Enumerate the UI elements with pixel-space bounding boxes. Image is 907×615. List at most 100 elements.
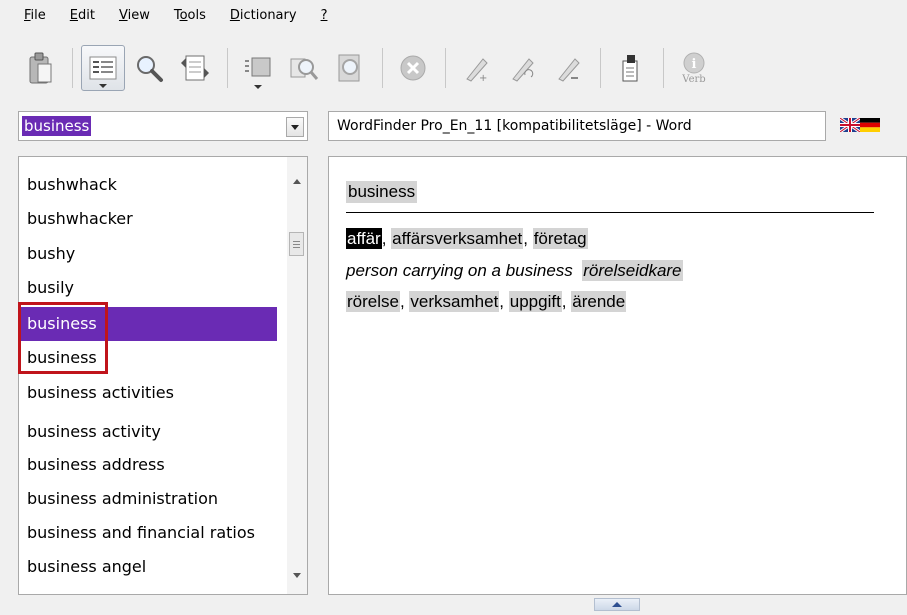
search-combo[interactable]: business	[18, 111, 308, 141]
translation-line-1: affär, affärsverksamhet, företag	[346, 228, 588, 249]
edit-word-button[interactable]	[500, 45, 544, 91]
menu-bar: File Edit View Tools Dictionary ?	[0, 0, 907, 30]
phrase-translation[interactable]: rörelseidkare	[582, 260, 683, 281]
scroll-down-icon[interactable]	[293, 573, 301, 578]
toolbar-separator	[72, 48, 73, 88]
translation-panel: business affär, affärsverksamhet, företa…	[328, 156, 907, 595]
document-view-icon	[245, 57, 271, 77]
scrollbar-thumb[interactable]	[289, 232, 304, 256]
menu-tools-label: Tools	[173, 7, 206, 23]
panel-toggle-button[interactable]	[594, 598, 640, 611]
list-item[interactable]: business activities	[19, 376, 277, 410]
separator: ,	[499, 292, 509, 311]
translation-line-3: rörelse, verksamhet, uppgift, ärende	[346, 291, 627, 312]
add-word-icon: +	[466, 58, 488, 83]
chevron-down-icon	[291, 124, 299, 130]
separator: ,	[399, 292, 410, 311]
example-phrase: person carrying on a business	[346, 261, 573, 280]
menu-dictionary[interactable]: Dictionary	[230, 8, 297, 23]
paste-icon	[29, 52, 52, 84]
document-title-field: WordFinder Pro_En_11 [kompatibilitetsläg…	[328, 111, 826, 141]
word-list-scrollbar[interactable]	[287, 157, 307, 594]
list-view-dropdown-arrow	[99, 84, 107, 88]
search-button[interactable]	[127, 45, 171, 91]
list-item[interactable]: business administration	[19, 482, 277, 516]
menu-tools[interactable]: Tools	[174, 8, 206, 23]
chevron-up-icon	[612, 602, 622, 607]
usage-icon	[622, 55, 638, 82]
paste-button[interactable]	[18, 45, 62, 91]
verb-label: Verb	[682, 73, 706, 85]
list-item[interactable]: business	[19, 341, 277, 375]
swap-language-icon	[181, 55, 209, 81]
toolbar-separator	[663, 48, 664, 88]
verb-info-button[interactable]: i Verb	[672, 45, 716, 91]
list-item[interactable]: bushwhack	[19, 168, 277, 202]
swap-language-button[interactable]	[173, 45, 217, 91]
add-word-button[interactable]: +	[454, 45, 498, 91]
remove-word-icon	[558, 58, 580, 82]
separator: ,	[561, 292, 572, 311]
menu-view[interactable]: View	[119, 8, 150, 23]
usage-button[interactable]	[609, 45, 653, 91]
toolbar: + i Verb	[0, 36, 907, 100]
translation-word[interactable]: affärsverksamhet	[391, 228, 524, 249]
menu-file-label: File	[24, 7, 46, 23]
find-in-document-icon	[290, 58, 319, 80]
list-item[interactable]: bushy	[19, 237, 277, 271]
uk-flag-icon	[840, 118, 860, 132]
list-view-icon	[89, 56, 117, 80]
translation-word[interactable]: verksamhet	[409, 291, 500, 312]
stop-icon	[400, 55, 426, 81]
zoom-document-icon	[338, 54, 360, 82]
search-icon	[137, 56, 163, 82]
list-item[interactable]: bushwhacker	[19, 202, 277, 236]
list-view-button[interactable]	[81, 45, 125, 91]
phrase-line: person carrying on a business rörelseidk…	[346, 260, 683, 281]
toolbar-separator	[227, 48, 228, 88]
verb-info-icon: i	[683, 52, 705, 73]
document-view-dropdown-arrow	[254, 85, 262, 89]
menu-dictionary-label: Dictionary	[229, 7, 297, 23]
stop-button[interactable]	[391, 45, 435, 91]
search-input[interactable]: business	[22, 116, 92, 136]
headword: business	[346, 181, 418, 203]
svg-text:+: +	[479, 73, 487, 83]
translation-word[interactable]: ärende	[571, 291, 627, 312]
separator: ,	[381, 229, 392, 248]
menu-help-label: ?	[320, 7, 328, 23]
translation-word[interactable]: uppgift	[508, 291, 562, 312]
list-item[interactable]: business and financial ratios	[19, 516, 277, 550]
menu-file[interactable]: File	[24, 8, 46, 23]
word-list[interactable]: bushwhack bushwhacker bushy busily busin…	[18, 156, 308, 595]
find-in-document-button[interactable]	[282, 45, 326, 91]
menu-view-label: View	[118, 7, 150, 23]
list-item[interactable]: business address	[19, 448, 277, 482]
edit-word-icon	[512, 58, 534, 82]
zoom-document-button[interactable]	[328, 45, 372, 91]
language-flags[interactable]	[840, 118, 880, 132]
remove-word-button[interactable]	[546, 45, 590, 91]
separator: ,	[523, 229, 533, 248]
translation-word[interactable]: företag	[532, 228, 588, 249]
list-item[interactable]: business angel	[19, 550, 277, 584]
document-title: WordFinder Pro_En_11 [kompatibilitetsläg…	[337, 118, 692, 134]
document-view-button[interactable]	[236, 45, 280, 91]
menu-edit[interactable]: Edit	[70, 8, 95, 23]
toolbar-separator	[445, 48, 446, 88]
list-item[interactable]: business activity	[19, 415, 277, 449]
grip-line	[293, 241, 300, 242]
toolbar-separator	[382, 48, 383, 88]
menu-edit-label: Edit	[69, 7, 95, 23]
list-item-selected[interactable]: business	[19, 307, 277, 341]
grip-line	[293, 247, 300, 248]
svg-text:i: i	[692, 57, 697, 72]
translation-word[interactable]: affär	[346, 228, 382, 249]
toolbar-separator	[600, 48, 601, 88]
search-dropdown-button[interactable]	[286, 117, 304, 137]
headword-divider	[346, 212, 874, 213]
list-item[interactable]: busily	[19, 271, 277, 305]
menu-help[interactable]: ?	[321, 8, 328, 23]
translation-word[interactable]: rörelse	[346, 291, 400, 312]
scroll-up-icon[interactable]	[293, 179, 301, 184]
